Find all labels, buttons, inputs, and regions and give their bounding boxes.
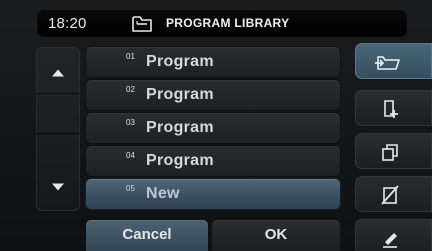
edit-icon	[383, 233, 397, 248]
arrow-down-icon	[52, 183, 64, 191]
edit-button[interactable]	[355, 219, 432, 251]
scroll-up-button[interactable]	[36, 53, 80, 94]
program-number: 03	[126, 118, 135, 127]
program-label: Program	[146, 152, 214, 169]
program-number: 01	[126, 52, 135, 61]
divider	[36, 133, 80, 134]
copy-icon	[382, 144, 398, 161]
delete-button[interactable]	[355, 176, 432, 212]
cancel-button[interactable]: Cancel	[86, 220, 208, 251]
folder-icon	[132, 16, 152, 32]
program-label: Program	[146, 86, 214, 103]
program-row-04[interactable]: 04 Program	[86, 146, 340, 176]
program-library-screen: 18:20 PROGRAM LIBRARY 01 Program 02 Prog…	[0, 0, 432, 251]
copy-button[interactable]	[355, 133, 432, 169]
program-number: 05	[126, 184, 135, 193]
load-button[interactable]	[355, 43, 432, 79]
program-row-03[interactable]: 03 Program	[86, 113, 340, 143]
header-bar: 18:20 PROGRAM LIBRARY	[36, 9, 408, 38]
program-label: Program	[146, 119, 214, 136]
arrow-up-icon	[52, 69, 64, 77]
ok-label: OK	[264, 226, 288, 243]
load-folder-icon	[375, 56, 400, 70]
delete-icon	[381, 185, 399, 205]
program-row-02[interactable]: 02 Program	[86, 80, 340, 110]
scroll-column	[36, 47, 80, 211]
program-number: 02	[126, 85, 135, 94]
scroll-down-button[interactable]	[36, 167, 80, 207]
action-column	[355, 41, 432, 251]
new-document-icon	[384, 100, 398, 118]
page-title: PROGRAM LIBRARY	[166, 16, 290, 30]
cancel-label: Cancel	[122, 226, 172, 243]
program-row-01[interactable]: 01 Program	[86, 47, 340, 77]
new-program-button[interactable]	[355, 90, 432, 126]
ok-button[interactable]: OK	[212, 220, 340, 251]
clock-time: 18:20	[48, 15, 87, 32]
program-number: 04	[126, 151, 135, 160]
program-label: New	[146, 185, 180, 202]
program-row-05[interactable]: 05 New	[86, 179, 340, 209]
program-label: Program	[146, 53, 214, 70]
